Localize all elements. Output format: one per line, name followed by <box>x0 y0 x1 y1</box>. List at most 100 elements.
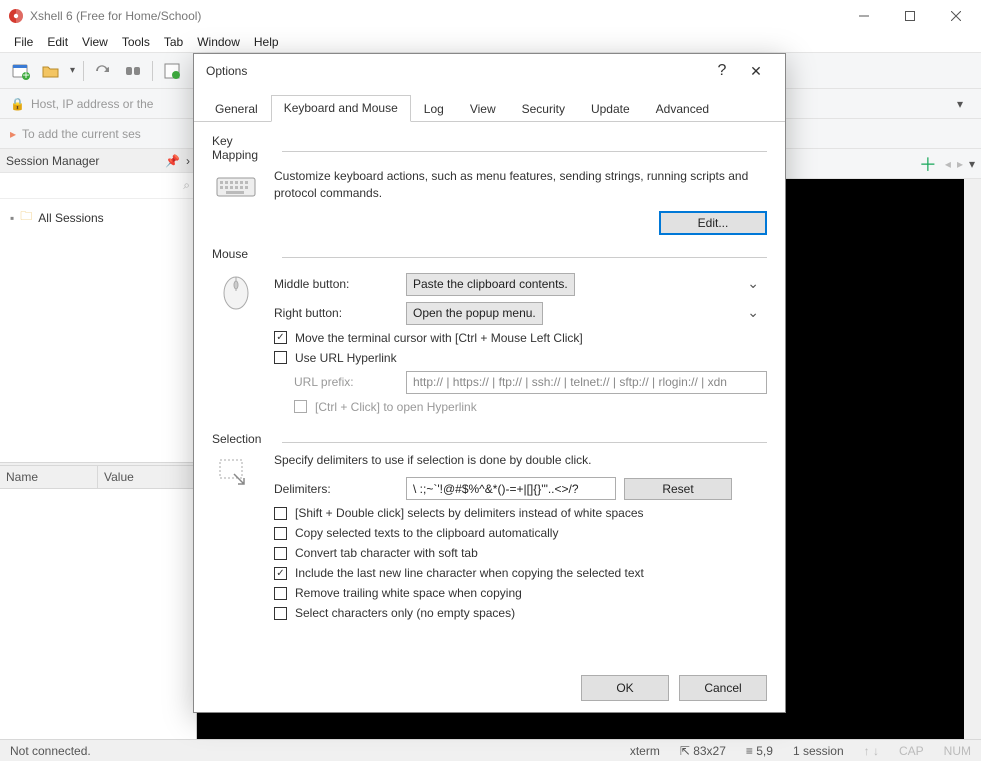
url-prefix-label: URL prefix: <box>294 375 398 389</box>
url-prefix-input[interactable] <box>406 371 767 394</box>
pin-icon[interactable]: 📌 <box>165 154 180 168</box>
svg-text:+: + <box>22 68 29 80</box>
menubar: File Edit View Tools Tab Window Help <box>0 31 981 53</box>
trim-whitespace-checkbox[interactable] <box>274 587 287 600</box>
shift-dblclick-checkbox[interactable] <box>274 507 287 520</box>
tab-update[interactable]: Update <box>578 96 643 122</box>
toolbar-dropdown-icon[interactable]: ▾ <box>70 65 75 76</box>
key-mapping-desc: Customize keyboard actions, such as menu… <box>274 168 767 203</box>
selection-label: Selection <box>212 430 276 446</box>
status-size: ⇱ 83x27 <box>680 744 726 758</box>
convert-tab-checkbox[interactable] <box>274 547 287 560</box>
status-arrows: ↑ ↓ <box>864 744 879 758</box>
include-newline-checkbox[interactable]: ✓ <box>274 567 287 580</box>
tab-keyboard-mouse[interactable]: Keyboard and Mouse <box>271 95 411 122</box>
menu-window[interactable]: Window <box>197 35 240 49</box>
reconnect-icon[interactable] <box>92 60 114 82</box>
dialog-help-button[interactable]: ? <box>705 62 739 80</box>
edit-keymapping-button[interactable]: Edit... <box>659 211 767 235</box>
selection-icon <box>212 452 260 492</box>
right-button-select[interactable]: Open the popup menu. <box>406 302 543 325</box>
reset-delimiters-button[interactable]: Reset <box>624 478 732 500</box>
tab-prev-icon[interactable]: ◂ <box>945 157 951 171</box>
tab-view[interactable]: View <box>457 96 509 122</box>
properties-icon[interactable] <box>161 60 183 82</box>
copy-auto-checkbox[interactable] <box>274 527 287 540</box>
minimize-button[interactable] <box>841 0 887 31</box>
address-placeholder[interactable]: Host, IP address or the <box>31 97 154 111</box>
tab-security[interactable]: Security <box>509 96 578 122</box>
session-root-label: All Sessions <box>38 211 103 225</box>
key-mapping-label: Key Mapping <box>212 132 276 162</box>
menu-tools[interactable]: Tools <box>122 35 150 49</box>
mouse-icon <box>212 267 260 311</box>
address-dropdown-icon[interactable]: ▾ <box>957 97 963 111</box>
delimiters-label: Delimiters: <box>274 482 398 496</box>
selection-desc: Specify delimiters to use if selection i… <box>274 452 767 469</box>
search-icon[interactable]: ⌕ <box>183 178 190 193</box>
middle-button-select[interactable]: Paste the clipboard contents. <box>406 273 575 296</box>
open-session-icon[interactable] <box>40 60 62 82</box>
middle-button-label: Middle button: <box>274 277 398 291</box>
folder-icon: 🗀 <box>20 207 32 228</box>
dialog-close-button[interactable]: ✕ <box>739 63 773 80</box>
mouse-label: Mouse <box>212 245 276 261</box>
session-search[interactable]: ⌕ <box>0 173 196 199</box>
section-key-mapping: Key Mapping Customize keyboard actions, … <box>212 132 767 235</box>
keyboard-icon <box>212 168 260 200</box>
move-cursor-checkbox[interactable]: ✓ <box>274 331 287 344</box>
tab-general[interactable]: General <box>202 96 271 122</box>
delimiters-input[interactable] <box>406 477 616 500</box>
menu-edit[interactable]: Edit <box>47 35 68 49</box>
status-cursor: ≡ 5,9 <box>746 744 773 758</box>
ctrl-click-label: [Ctrl + Click] to open Hyperlink <box>315 400 477 414</box>
tab-list-dropdown-icon[interactable]: ▾ <box>969 157 975 171</box>
terminal-scrollbar[interactable] <box>964 179 981 739</box>
ok-button[interactable]: OK <box>581 675 669 701</box>
copy-auto-label: Copy selected texts to the clipboard aut… <box>295 526 558 540</box>
menu-help[interactable]: Help <box>254 35 279 49</box>
status-connection: Not connected. <box>10 744 91 758</box>
properties-col-name[interactable]: Name <box>0 466 98 489</box>
dialog-tabs: General Keyboard and Mouse Log View Secu… <box>194 94 785 122</box>
close-button[interactable] <box>933 0 979 31</box>
window-title: Xshell 6 (Free for Home/School) <box>30 9 201 23</box>
status-sessions: 1 session <box>793 744 844 758</box>
use-url-label: Use URL Hyperlink <box>295 351 397 365</box>
convert-tab-label: Convert tab character with soft tab <box>295 546 478 560</box>
new-session-icon[interactable]: + <box>10 60 32 82</box>
section-mouse: Mouse Middle button: Paste the clipboard… <box>212 245 767 420</box>
select-chars-only-checkbox[interactable] <box>274 607 287 620</box>
new-tab-button[interactable]: ＋ <box>911 151 945 177</box>
menu-view[interactable]: View <box>82 35 108 49</box>
tab-log[interactable]: Log <box>411 96 457 122</box>
include-newline-label: Include the last new line character when… <box>295 566 644 580</box>
dialog-title: Options <box>206 64 247 78</box>
titlebar: Xshell 6 (Free for Home/School) <box>0 0 981 31</box>
status-term: xterm <box>630 744 660 758</box>
tab-next-icon[interactable]: ▸ <box>957 157 963 171</box>
add-session-icon[interactable]: ▸ <box>10 127 16 141</box>
hint-text: To add the current ses <box>22 127 141 141</box>
shift-dblclick-label: [Shift + Double click] selects by delimi… <box>295 506 644 520</box>
tab-advanced[interactable]: Advanced <box>643 96 722 122</box>
section-selection: Selection Specify delimiters to use if s… <box>212 430 767 626</box>
session-root-item[interactable]: ▪ 🗀 All Sessions <box>6 205 190 230</box>
maximize-button[interactable] <box>887 0 933 31</box>
disconnect-icon[interactable] <box>122 60 144 82</box>
session-manager-title: Session Manager <box>6 154 165 168</box>
status-num: NUM <box>944 744 971 758</box>
use-url-checkbox[interactable] <box>274 351 287 364</box>
lock-icon: 🔒 <box>10 97 25 111</box>
right-button-label: Right button: <box>274 306 398 320</box>
menu-tab[interactable]: Tab <box>164 35 183 49</box>
select-chars-only-label: Select characters only (no empty spaces) <box>295 606 515 620</box>
options-dialog: Options ? ✕ General Keyboard and Mouse L… <box>193 53 786 713</box>
properties-col-value[interactable]: Value <box>98 466 196 489</box>
trim-whitespace-label: Remove trailing white space when copying <box>295 586 522 600</box>
status-cap: CAP <box>899 744 924 758</box>
panel-menu-icon[interactable]: › <box>186 154 190 168</box>
session-manager-panel: Session Manager 📌 › ⌕ ▪ 🗀 All Sessions N… <box>0 149 197 739</box>
cancel-button[interactable]: Cancel <box>679 675 767 701</box>
menu-file[interactable]: File <box>14 35 33 49</box>
